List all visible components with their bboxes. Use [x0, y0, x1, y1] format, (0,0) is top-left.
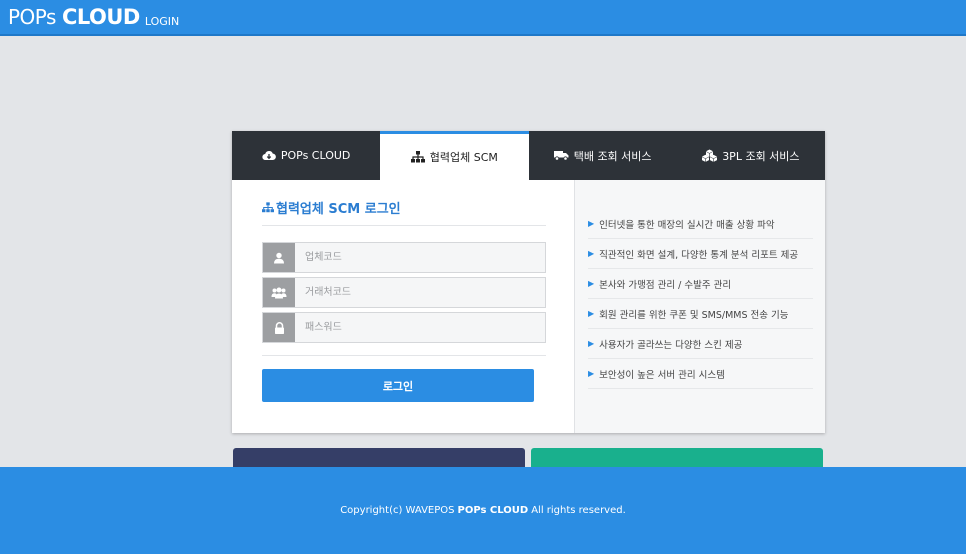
password-input[interactable] — [295, 313, 545, 342]
form-divider — [262, 355, 546, 356]
company-code-input[interactable] — [295, 243, 545, 272]
caret-right-icon: ▶ — [588, 309, 595, 318]
footer-brand: POPs CLOUD — [457, 505, 529, 516]
tab-partner-scm[interactable]: 협력업체 SCM — [380, 131, 529, 180]
top-header-bar: POPs CLOUD LOGIN — [0, 0, 966, 36]
caret-right-icon: ▶ — [588, 369, 595, 378]
list-item: ▶ 사용자가 골라쓰는 다양한 스킨 제공 — [588, 329, 813, 359]
vendor-code-row — [262, 277, 546, 308]
brand-prefix: POPs — [8, 5, 56, 29]
login-button[interactable]: 로그인 — [262, 369, 534, 402]
users-icon — [263, 278, 295, 307]
tab-label: 3PL 조회 서비스 — [722, 149, 800, 163]
features-list: ▶ 인터넷을 통한 매장의 실시간 매출 상황 파악 ▶ 직관적인 화면 설계, 다… — [588, 209, 813, 389]
caret-right-icon: ▶ — [588, 249, 595, 258]
tab-label: 협력업체 SCM — [429, 151, 498, 164]
panel-body: 협력업체 SCM 로그인 업체코드 거래처코드 로그인 ▶ 인터넷을 통한 매장… — [232, 180, 825, 433]
caret-right-icon: ▶ — [588, 279, 595, 288]
cubes-icon — [702, 149, 718, 162]
list-item: ▶ 인터넷을 통한 매장의 실시간 매출 상황 파악 — [588, 209, 813, 239]
tab-pops-cloud[interactable]: POPs CLOUD — [232, 131, 380, 180]
list-item: ▶ 회원 관리를 위한 쿠폰 및 SMS/MMS 전송 기능 — [588, 299, 813, 329]
tab-3pl-service[interactable]: 3PL 조회 서비스 — [677, 131, 825, 180]
footer-copyright-suffix: All rights reserved. — [531, 505, 626, 516]
caret-right-icon: ▶ — [588, 219, 595, 228]
tab-bar: POPs CLOUD 협력업체 SCM 택배 조회 서비스 3PL 조회 서비스 — [232, 131, 825, 180]
list-item: ▶ 본사와 가맹점 관리 / 수발주 관리 — [588, 269, 813, 299]
tab-label: 택배 조회 서비스 — [573, 149, 652, 163]
features-panel: ▶ 인터넷을 통한 매장의 실시간 매출 상황 파악 ▶ 직관적인 화면 설계, 다… — [574, 180, 825, 433]
footer: Copyright(c) WAVEPOS POPs CLOUD All righ… — [0, 467, 966, 554]
footer-copyright-prefix: Copyright(c) WAVEPOS — [340, 505, 455, 516]
password-row — [262, 312, 546, 343]
user-icon — [263, 243, 295, 272]
sitemap-icon — [410, 151, 425, 163]
truck-icon — [553, 150, 569, 161]
info-card-dark — [233, 448, 525, 468]
tab-delivery-service[interactable]: 택배 조회 서비스 — [529, 131, 677, 180]
login-title: 협력업체 SCM 로그인 — [262, 198, 546, 226]
login-title-text: 협력업체 SCM 로그인 — [276, 202, 401, 217]
sitemap-icon — [262, 202, 274, 213]
login-form: 협력업체 SCM 로그인 업체코드 거래처코드 로그인 — [232, 180, 574, 433]
caret-right-icon: ▶ — [588, 339, 595, 348]
list-item: ▶ 보안성이 높은 서버 관리 시스템 — [588, 359, 813, 389]
info-card-green — [531, 448, 823, 468]
vendor-code-input[interactable] — [295, 278, 545, 307]
login-fields — [262, 242, 546, 343]
cloud-download-icon — [262, 150, 276, 161]
tab-label: POPs CLOUD — [280, 149, 351, 162]
brand-subtitle: LOGIN — [144, 14, 180, 28]
login-panel: POPs CLOUD 협력업체 SCM 택배 조회 서비스 3PL 조회 서비스 — [232, 131, 825, 433]
brand-name: CLOUD — [61, 5, 140, 29]
lock-icon — [263, 313, 295, 342]
company-code-row — [262, 242, 546, 273]
list-item: ▶ 직관적인 화면 설계, 다양한 통계 분석 리포트 제공 — [588, 239, 813, 269]
